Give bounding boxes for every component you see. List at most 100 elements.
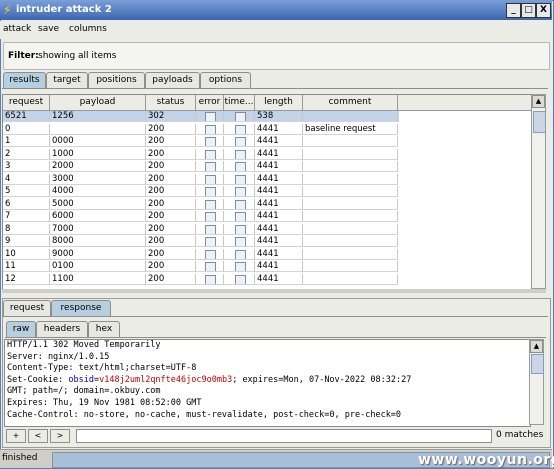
- time-checkbox[interactable]: [235, 149, 246, 159]
- time-checkbox[interactable]: [235, 137, 246, 146]
- time-checkbox[interactable]: [235, 224, 246, 234]
- cell-error: [196, 136, 224, 147]
- error-checkbox[interactable]: [205, 137, 216, 146]
- col-header-error[interactable]: error: [196, 95, 224, 111]
- filter-bar[interactable]: Filter: showing all items: [3, 42, 550, 70]
- tab-target[interactable]: target: [46, 72, 88, 88]
- menu-save[interactable]: save: [38, 24, 59, 34]
- minimize-button[interactable]: _: [506, 3, 521, 18]
- error-checkbox[interactable]: [205, 162, 216, 171]
- results-scrollbar[interactable]: ▲: [531, 94, 546, 289]
- cell-status: 200: [146, 211, 196, 222]
- menu-columns[interactable]: columns: [69, 24, 107, 34]
- error-checkbox[interactable]: [205, 174, 216, 184]
- tab-options[interactable]: options: [200, 72, 251, 88]
- response-line: HTTP/1.1 302 Moved Temporarily: [7, 340, 161, 350]
- table-row[interactable]: 5 4000 200 4441: [3, 186, 399, 197]
- search-input[interactable]: [76, 429, 492, 443]
- close-button[interactable]: X: [536, 3, 551, 18]
- table-row[interactable]: 0 200 4441 baseline request: [3, 123, 399, 135]
- cell-time: [224, 136, 255, 147]
- cell-error: [196, 123, 224, 135]
- error-checkbox[interactable]: [205, 124, 216, 134]
- table-row[interactable]: 11 0100 200 4441: [3, 261, 399, 272]
- search-next-button[interactable]: >: [50, 429, 70, 443]
- error-checkbox[interactable]: [205, 249, 216, 259]
- cell-error: [196, 161, 224, 172]
- error-checkbox[interactable]: [205, 199, 216, 209]
- tab-headers[interactable]: headers: [36, 321, 88, 337]
- title-bar[interactable]: ⚡ intruder attack 2 _ □ X: [0, 0, 552, 20]
- response-raw-text[interactable]: HTTP/1.1 302 Moved Temporarily Server: n…: [4, 339, 531, 427]
- scroll-up-arrow-icon[interactable]: ▲: [530, 340, 543, 353]
- time-checkbox[interactable]: [235, 237, 246, 246]
- cell-comment: [303, 236, 398, 247]
- table-row[interactable]: 6 5000 200 4441: [3, 198, 399, 210]
- time-checkbox[interactable]: [235, 212, 246, 221]
- col-header-length[interactable]: length: [255, 95, 303, 111]
- table-row[interactable]: 12 1100 200 4441: [3, 273, 399, 285]
- tab-response[interactable]: response: [51, 300, 111, 316]
- scroll-thumb[interactable]: [531, 354, 544, 374]
- cell-comment: baseline request: [303, 123, 398, 135]
- table-row[interactable]: 6521 1256 302 538: [3, 111, 399, 122]
- cell-payload: 8000: [50, 236, 146, 247]
- tab-payloads[interactable]: payloads: [145, 72, 200, 88]
- error-checkbox[interactable]: [205, 237, 216, 246]
- search-plus-button[interactable]: +: [6, 429, 26, 443]
- maximize-button[interactable]: □: [521, 3, 536, 18]
- error-checkbox[interactable]: [205, 187, 216, 196]
- table-row[interactable]: 3 2000 200 4441: [3, 161, 399, 172]
- cell-status: 200: [146, 148, 196, 160]
- error-checkbox[interactable]: [205, 262, 216, 271]
- col-header-payload[interactable]: payload: [50, 95, 146, 111]
- menu-attack[interactable]: attack: [3, 24, 31, 34]
- time-checkbox[interactable]: [235, 262, 246, 271]
- error-checkbox[interactable]: [205, 224, 216, 234]
- time-checkbox[interactable]: [235, 274, 246, 284]
- time-checkbox[interactable]: [235, 112, 246, 121]
- cell-request: 11: [3, 261, 50, 272]
- tab-raw[interactable]: raw: [6, 321, 36, 337]
- cell-length: 4441: [255, 198, 303, 210]
- cell-length: 4441: [255, 148, 303, 160]
- error-checkbox[interactable]: [205, 274, 216, 284]
- table-row[interactable]: 1 0000 200 4441: [3, 136, 399, 147]
- time-checkbox[interactable]: [235, 124, 246, 134]
- table-row[interactable]: 2 1000 200 4441: [3, 148, 399, 160]
- time-checkbox[interactable]: [235, 199, 246, 209]
- table-row[interactable]: 10 9000 200 4441: [3, 248, 399, 260]
- cell-request: 4: [3, 173, 50, 185]
- col-header-request[interactable]: request: [3, 95, 50, 111]
- error-checkbox[interactable]: [205, 112, 216, 121]
- col-header-time[interactable]: time...: [224, 95, 255, 111]
- error-checkbox[interactable]: [205, 212, 216, 221]
- table-row[interactable]: 9 8000 200 4441: [3, 236, 399, 247]
- scroll-thumb[interactable]: [533, 111, 546, 133]
- tab-hex[interactable]: hex: [88, 321, 120, 337]
- error-checkbox[interactable]: [205, 149, 216, 159]
- response-scrollbar[interactable]: ▲: [529, 339, 544, 425]
- table-row[interactable]: 8 7000 200 4441: [3, 223, 399, 235]
- time-checkbox[interactable]: [235, 174, 246, 184]
- time-checkbox[interactable]: [235, 162, 246, 171]
- cell-error: [196, 223, 224, 235]
- time-checkbox[interactable]: [235, 187, 246, 196]
- cookie-value: v148j2uml2qnfte46joc9o0mb3: [99, 374, 233, 385]
- search-prev-button[interactable]: <: [28, 429, 48, 443]
- tab-request[interactable]: request: [3, 300, 51, 316]
- split-divider[interactable]: [2, 289, 546, 293]
- tab-results[interactable]: results: [3, 72, 46, 88]
- col-header-status[interactable]: status: [146, 95, 196, 111]
- cell-request: 10: [3, 248, 50, 260]
- table-row[interactable]: 4 3000 200 4441: [3, 173, 399, 185]
- table-row[interactable]: 7 6000 200 4441: [3, 211, 399, 222]
- col-header-comment[interactable]: comment: [303, 95, 398, 111]
- cell-time: [224, 248, 255, 260]
- cell-comment: [303, 223, 398, 235]
- time-checkbox[interactable]: [235, 249, 246, 259]
- scroll-up-arrow-icon[interactable]: ▲: [532, 95, 545, 108]
- tab-positions[interactable]: positions: [88, 72, 145, 88]
- results-table[interactable]: request payload status error time... len…: [2, 94, 533, 291]
- cell-payload: 0100: [50, 261, 146, 272]
